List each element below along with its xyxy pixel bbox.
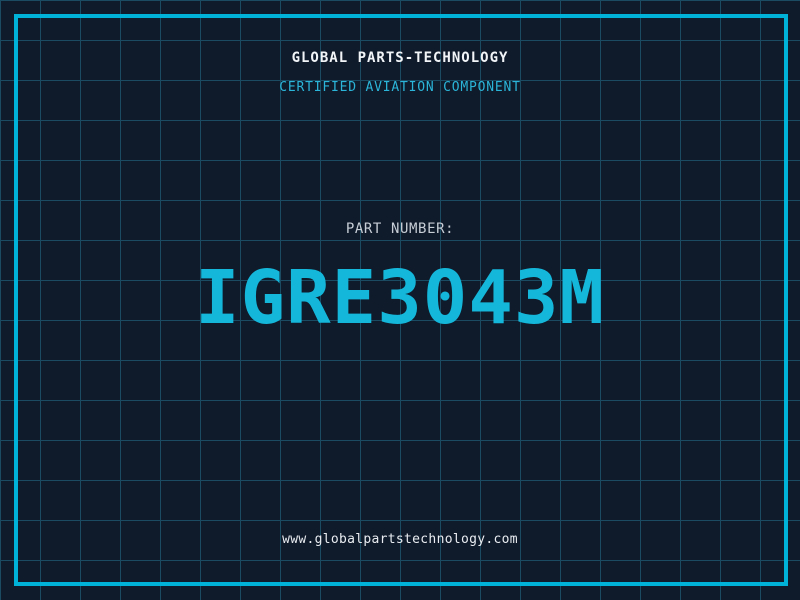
part-number-label: PART NUMBER: (0, 221, 800, 237)
label-card: { "header": { "title": "GLOBAL PARTS-TEC… (0, 0, 800, 600)
brand-title: GLOBAL PARTS-TECHNOLOGY (0, 50, 800, 66)
certification-subtitle: CERTIFIED AVIATION COMPONENT (0, 80, 800, 96)
part-number-value: IGRE3043M (0, 261, 800, 335)
website-url: www.globalpartstechnology.com (0, 532, 800, 548)
